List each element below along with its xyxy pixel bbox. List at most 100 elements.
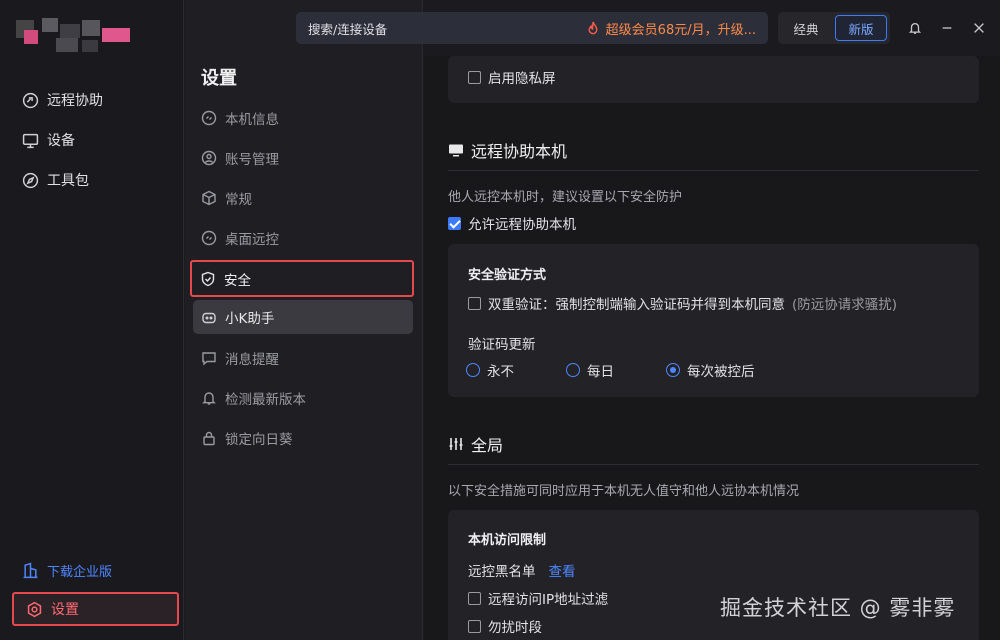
settings-item-account[interactable]: 账号管理 xyxy=(193,141,413,175)
sidebar-item-devices[interactable]: 设备 xyxy=(10,123,174,157)
avatar[interactable] xyxy=(16,18,132,56)
privacy-screen-label: 启用隐私屏 xyxy=(488,71,556,87)
settings-item-security[interactable]: 安全 xyxy=(190,260,414,297)
vip-promo-banner[interactable]: 超级会员68元/月，升级... xyxy=(586,19,756,38)
settings-item-label: 锁定向日葵 xyxy=(225,432,293,448)
global-section-title: 全局 xyxy=(448,432,503,456)
download-enterprise-label: 下载企业版 xyxy=(47,564,113,580)
settings-item-desktop-remote[interactable]: 桌面远控 xyxy=(193,221,413,255)
lock-icon xyxy=(203,431,215,446)
radio-button-selected[interactable] xyxy=(666,363,680,377)
privacy-panel: 启用隐私屏 xyxy=(448,56,979,103)
allow-remote-label: 允许远程协助本机 xyxy=(468,217,576,233)
settings-item-label: 账号管理 xyxy=(225,152,279,168)
sliders-icon xyxy=(449,438,463,450)
code-update-title: 验证码更新 xyxy=(468,337,536,353)
radio-after-each-control[interactable]: 每次被控后 xyxy=(666,360,755,380)
settings-item-lock[interactable]: 锁定向日葵 xyxy=(193,421,413,455)
close-button[interactable] xyxy=(968,17,990,39)
privacy-screen-option[interactable]: 启用隐私屏 xyxy=(468,67,556,87)
security-verify-title: 安全验证方式 xyxy=(468,268,547,283)
building-icon xyxy=(23,562,38,578)
section-title-text: 远程协助本机 xyxy=(471,142,568,161)
topbar: 搜索/连接设备 超级会员68元/月，升级... xyxy=(296,12,768,44)
sidebar-item-label: 远程协助 xyxy=(47,93,103,109)
minimize-icon xyxy=(942,27,952,29)
user-gear-icon xyxy=(201,150,217,166)
settings-item-device-info[interactable]: 本机信息 xyxy=(193,101,413,135)
remote-assist-icon xyxy=(22,92,39,108)
monitor-icon xyxy=(22,133,39,148)
dnd-option[interactable]: 勿扰时段 xyxy=(468,616,542,636)
radio-daily[interactable]: 每日 xyxy=(566,360,614,380)
ip-filter-label: 远程访问IP地址过滤 xyxy=(488,592,609,608)
divider xyxy=(448,170,979,171)
promo-text: 超级会员68元/月，升级... xyxy=(605,22,756,38)
page-title: 设置 xyxy=(201,68,237,89)
link-icon xyxy=(201,230,217,246)
sidebar-item-toolkit[interactable]: 工具包 xyxy=(10,163,174,197)
dnd-label: 勿扰时段 xyxy=(488,620,542,636)
search-connect-input[interactable]: 搜索/连接设备 xyxy=(308,19,387,38)
settings-item-label: 常规 xyxy=(225,192,252,208)
allow-remote-checkbox[interactable] xyxy=(448,216,461,230)
cube-icon xyxy=(202,190,216,206)
double-verify-option[interactable]: 双重验证：强制控制端输入验证码并得到本机同意 (防远协请求骚扰) xyxy=(468,293,897,313)
compass-icon xyxy=(22,172,39,188)
allow-remote-option[interactable]: 允许远程协助本机 xyxy=(448,213,576,233)
robot-icon xyxy=(202,312,216,324)
radio-label: 每日 xyxy=(587,364,614,380)
radio-never[interactable]: 永不 xyxy=(466,360,514,380)
ip-filter-checkbox[interactable] xyxy=(468,591,481,605)
watermark: 掘金技术社区 @ 雾非雾 xyxy=(720,596,956,620)
message-icon xyxy=(202,352,216,366)
settings-menu: 设置 本机信息 账号管理 常规 桌面远控 安全 小K助手 消息提醒 检测最新版本… xyxy=(185,0,423,640)
classic-mode-button[interactable]: 经典 xyxy=(781,15,831,41)
minimize-button[interactable] xyxy=(936,17,958,39)
settings-item-label: 消息提醒 xyxy=(225,352,279,368)
ip-filter-option[interactable]: 远程访问IP地址过滤 xyxy=(468,588,608,608)
sidebar-item-label: 设置 xyxy=(51,602,79,618)
settings-item-check-update[interactable]: 检测最新版本 xyxy=(193,381,413,415)
divider xyxy=(448,464,979,465)
settings-item-label: 安全 xyxy=(224,272,251,289)
settings-content: 启用隐私屏 远程协助本机 他人远控本机时，建议设置以下安全防护 允许远程协助本机… xyxy=(424,56,1000,640)
settings-item-notifications[interactable]: 消息提醒 xyxy=(193,341,413,375)
settings-item-label: 小K助手 xyxy=(225,311,275,327)
global-description: 以下安全措施可同时应用于本机无人值守和他人远协本机情况 xyxy=(448,484,800,499)
section-title-text: 全局 xyxy=(471,436,504,455)
access-limit-title: 本机访问限制 xyxy=(468,533,547,548)
blacklist-row: 远控黑名单 查看 xyxy=(468,560,576,580)
download-enterprise-link[interactable]: 下载企业版 xyxy=(10,553,174,587)
sidebar-item-settings[interactable]: 设置 xyxy=(12,592,179,626)
blacklist-label: 远控黑名单 xyxy=(468,564,536,580)
new-mode-button[interactable]: 新版 xyxy=(835,15,887,41)
notification-bell-button[interactable] xyxy=(904,17,926,39)
monitor-icon xyxy=(449,144,463,157)
security-verify-panel: 安全验证方式 双重验证：强制控制端输入验证码并得到本机同意 (防远协请求骚扰) … xyxy=(448,244,979,397)
privacy-screen-checkbox[interactable] xyxy=(468,70,481,84)
flame-icon xyxy=(588,21,598,34)
double-verify-hint: (防远协请求骚扰) xyxy=(792,297,898,313)
radio-button[interactable] xyxy=(566,363,580,377)
dnd-checkbox[interactable] xyxy=(468,619,481,633)
radio-label: 每次被控后 xyxy=(687,364,755,380)
remote-assist-section-title: 远程协助本机 xyxy=(448,138,567,162)
settings-item-label: 检测最新版本 xyxy=(225,392,306,408)
app-sidebar: 远程协助 设备 工具包 下载企业版 设置 xyxy=(0,0,184,640)
bell-icon xyxy=(908,22,922,34)
sidebar-item-label: 设备 xyxy=(47,133,75,149)
blacklist-view-link[interactable]: 查看 xyxy=(549,560,576,580)
double-verify-label: 双重验证：强制控制端输入验证码并得到本机同意 xyxy=(488,297,785,313)
shield-icon xyxy=(201,271,215,286)
radio-label: 永不 xyxy=(487,364,514,380)
radio-button[interactable] xyxy=(466,363,480,377)
settings-item-general[interactable]: 常规 xyxy=(193,181,413,215)
settings-item-label: 本机信息 xyxy=(225,112,279,128)
settings-item-k-assistant[interactable]: 小K助手 xyxy=(193,300,413,334)
link-icon xyxy=(201,110,217,126)
gear-icon xyxy=(27,601,42,617)
bell-icon xyxy=(202,392,216,405)
sidebar-item-remote-assist[interactable]: 远程协助 xyxy=(10,83,174,117)
double-verify-checkbox[interactable] xyxy=(468,296,481,310)
